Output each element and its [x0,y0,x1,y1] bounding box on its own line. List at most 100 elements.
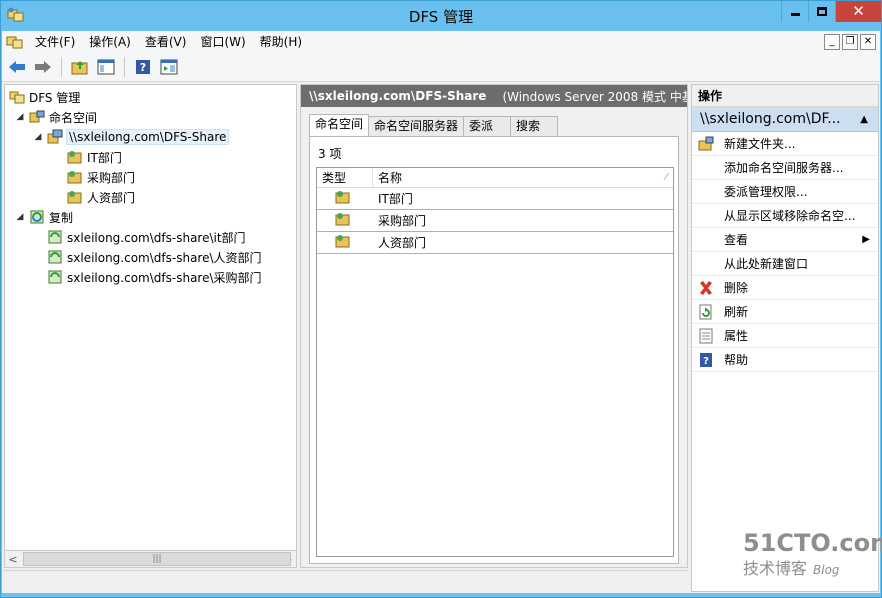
replication-group-icon [48,270,62,284]
collapse-up-icon[interactable]: ▲ [860,114,868,125]
collapse-triangle-icon[interactable]: ◢ [33,132,43,142]
show-hide-action-pane-button[interactable] [158,56,180,78]
scroll-track[interactable]: ||| [21,552,291,566]
action-properties[interactable]: 属性 [692,324,878,348]
help-book-icon: ? [136,60,150,74]
table-row[interactable]: 采购部门 [317,210,673,232]
toolbar: ? [2,53,880,82]
mdi-minimize-button[interactable]: _ [824,34,840,50]
row-name-cell: 采购部门 [378,214,427,228]
tree-label: 人资部门 [87,190,136,205]
tree-label: DFS 管理 [29,90,81,105]
tab-delegation[interactable]: 委派 [463,116,512,136]
item-count: 3 项 [318,147,342,161]
refresh-icon [699,304,712,319]
up-level-button[interactable] [69,56,91,78]
actions-pane: 操作 \\sxleilong.com\DF... ▲ 新建文件夹... 添加命名… [691,84,879,592]
dfs-folder-icon [335,235,350,248]
replication-icon [30,210,44,224]
action-refresh[interactable]: 刷新 [692,300,878,324]
tree-item-folder-hr[interactable]: 人资部门 [67,187,135,207]
action-view[interactable]: 查看 ▶ [692,228,878,252]
results-pane: \\sxleilong.com\DFS-Share (Windows Serve… [300,84,688,568]
svg-text:?: ? [140,61,146,74]
action-remove-namespace-from-display[interactable]: 从显示区域移除命名空... [692,204,878,228]
mmc-document-icon[interactable] [6,34,24,50]
menu-action[interactable]: 操作(A) [82,31,138,53]
mdi-close-button[interactable]: ✕ [860,34,876,50]
table-row[interactable]: IT部门 [317,188,673,210]
tree-label: sxleilong.com\dfs-share\采购部门 [67,270,262,285]
scroll-thumb[interactable]: ||| [23,552,291,566]
action-add-namespace-server[interactable]: 添加命名空间服务器... [692,156,878,180]
close-button[interactable]: ✕ [835,1,881,22]
results-tabs: 命名空间 命名空间服务器 委派 搜索 [309,114,559,136]
tree-item-replication[interactable]: ◢ 复制 [15,207,73,227]
action-delegate-permissions[interactable]: 委派管理权限... [692,180,878,204]
minimize-button[interactable] [781,1,808,22]
toolbar-separator [124,57,125,77]
maximize-button[interactable] [808,1,835,22]
tab-namespace-servers[interactable]: 命名空间服务器 [368,116,465,136]
back-arrow-icon [9,61,25,73]
collapse-triangle-icon[interactable]: ◢ [15,212,25,222]
column-header-name[interactable]: 名称 ⁄ [373,168,673,187]
results-header-mode: (Windows Server 2008 模式 中基... [502,89,687,104]
help-icon: ? [700,352,712,367]
actions-section-label: \\sxleilong.com\DF... [700,111,841,127]
tree-label: 命名空间 [49,110,98,125]
scroll-left-icon[interactable]: < [5,553,21,566]
tree-horizontal-scrollbar[interactable]: < ||| > [4,550,297,568]
action-label: 从此处新建窗口 [724,257,809,271]
dfs-folder-icon [335,213,350,226]
action-new-folder[interactable]: 新建文件夹... [692,132,878,156]
tree-item-replication-group-purchasing[interactable]: sxleilong.com\dfs-share\采购部门 [47,267,262,287]
folder-up-icon [71,61,88,75]
action-label: 新建文件夹... [724,137,796,151]
tree-item-folder-it[interactable]: IT部门 [67,147,122,167]
properties-icon [699,328,713,343]
action-delete[interactable]: 删除 [692,276,878,300]
action-label: 添加命名空间服务器... [724,161,844,175]
folder-list: 类型 名称 ⁄ IT部门 采购部门 人资部门 [316,167,674,557]
tab-namespace[interactable]: 命名空间 [309,114,370,136]
show-hide-tree-button[interactable] [95,56,117,78]
tree-item-namespace-dfs-share[interactable]: ◢ \\sxleilong.com\DFS-Share [33,127,230,147]
tab-search[interactable]: 搜索 [510,116,559,136]
action-new-window-from-here[interactable]: 从此处新建窗口 [692,252,878,276]
tree-item-replication-group-hr[interactable]: sxleilong.com\dfs-share\人资部门 [47,247,262,267]
menu-window[interactable]: 窗口(W) [193,31,252,53]
maximize-icon [817,7,827,16]
blank-icon [698,208,714,224]
menu-help[interactable]: 帮助(H) [253,31,309,53]
minimize-icon [790,13,800,16]
column-header-type[interactable]: 类型 [317,168,373,187]
menu-view[interactable]: 查看(V) [138,31,194,53]
status-bar [3,570,689,592]
table-row[interactable]: 人资部门 [317,232,673,254]
menu-file[interactable]: 文件(F) [28,31,82,53]
back-button[interactable] [6,56,28,78]
action-help[interactable]: ? 帮助 [692,348,878,372]
tree-item-dfs-management[interactable]: DFS 管理 [9,87,80,107]
mdi-restore-button[interactable]: ❐ [842,34,858,50]
tree-label: \\sxleilong.com\DFS-Share [65,129,230,145]
namespace-icon [29,110,45,123]
mdi-buttons: _ ❐ ✕ [824,34,876,50]
collapse-triangle-icon[interactable]: ◢ [15,112,25,122]
actions-pane-title: 操作 [692,85,878,107]
dfs-folder-icon [67,151,82,164]
toolbar-separator [61,57,62,77]
column-header-name-label: 名称 [378,171,403,185]
action-label: 刷新 [724,305,749,319]
tree-item-namespaces[interactable]: ◢ 命名空间 [15,107,97,127]
title-bar[interactable]: DFS 管理 ✕ [1,1,881,31]
help-toolbar-button[interactable]: ? [132,56,154,78]
forward-button[interactable] [32,56,54,78]
tree-item-folder-purchasing[interactable]: 采购部门 [67,167,135,187]
results-header: \\sxleilong.com\DFS-Share (Windows Serve… [301,85,687,107]
action-label: 属性 [724,329,749,343]
actions-section-header[interactable]: \\sxleilong.com\DF... ▲ [692,107,878,132]
blank-icon [698,160,714,176]
tree-item-replication-group-it[interactable]: sxleilong.com\dfs-share\it部门 [47,227,246,247]
